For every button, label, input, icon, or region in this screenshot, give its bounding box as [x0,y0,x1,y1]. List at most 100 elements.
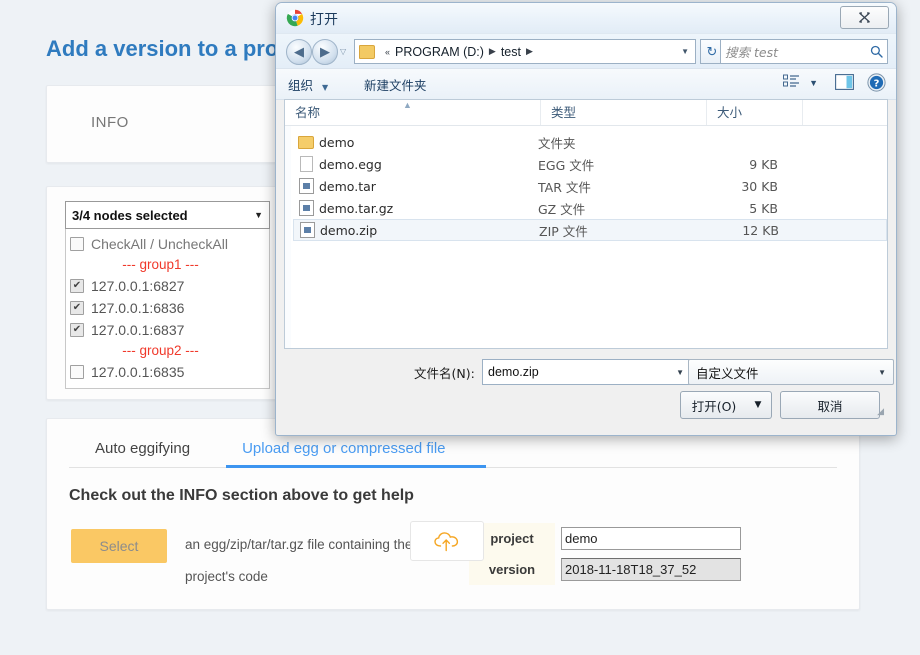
forward-glyph: ▶ [320,44,330,59]
node-row[interactable]: 127.0.0.1:6835 [66,361,269,383]
archive-icon [293,200,319,216]
cancel-button[interactable]: 取消 [780,391,880,419]
open-dropdown-button[interactable]: ▼ [745,391,772,419]
node-row[interactable]: ✔ 127.0.0.1:6827 [66,275,269,297]
open-button[interactable]: 打开(O) [680,391,748,419]
node-row[interactable]: ✔ 127.0.0.1:6836 [66,297,269,319]
chevron-down-icon: ▼ [254,210,263,220]
search-input[interactable]: 搜索 test [725,42,870,61]
filetype-select[interactable]: 自定义文件 ▼ [688,359,894,385]
node-label: 127.0.0.1:6837 [91,322,185,338]
check-all-row[interactable]: CheckAll / UncheckAll [66,233,269,255]
tab-auto-eggifying[interactable]: Auto eggifying [69,431,216,467]
node-checkbox[interactable] [70,365,84,379]
column-header-type[interactable]: 类型 [541,100,707,125]
file-type: EGG 文件 [538,157,595,173]
info-label: INFO [91,114,129,131]
organize-button[interactable]: 组织 ▼ [288,75,328,94]
node-checkbox[interactable]: ✔ [70,279,84,293]
dialog-title: 打开 [310,12,338,28]
file-row[interactable]: demo.tar.gz GZ 文件 5 KB [293,197,887,219]
node-group-label: --- group2 --- [122,343,199,358]
file-size: 30 KB [741,178,778,194]
node-row[interactable]: ✔ 127.0.0.1:6837 [66,319,269,341]
filename-row: 文件名(N): demo.zip ▼ 自定义文件 ▼ [284,359,894,385]
view-options-icon[interactable] [783,74,800,92]
folder-icon [293,135,319,149]
resize-grip-icon[interactable]: ◢ [877,406,884,417]
node-label: 127.0.0.1:6827 [91,278,185,294]
column-header-name[interactable]: 名称 [285,100,541,125]
sort-ascending-icon: ▲ [403,100,412,110]
node-select-header[interactable]: 3/4 nodes selected ▼ [65,201,270,229]
address-chevron-down-icon[interactable]: ▼ [681,47,689,56]
help-icon[interactable]: ? [867,73,886,95]
new-folder-button[interactable]: 新建文件夹 [364,75,427,94]
archive-icon [294,222,320,238]
file-name: demo.tar.gz [319,200,394,216]
node-group-label: --- group1 --- [122,257,199,272]
version-input [561,558,741,581]
file-size: 12 KB [742,222,779,238]
file-row[interactable]: demo 文件夹 [293,131,887,153]
upload-card: Auto eggifying Upload egg or compressed … [46,418,860,610]
search-icon [870,45,883,58]
version-row: version [469,554,741,585]
file-row[interactable]: demo.tar TAR 文件 30 KB [293,175,887,197]
column-header-size[interactable]: 大小 [707,100,803,125]
help-heading: Check out the INFO section above to get … [69,487,414,504]
check-all-checkbox[interactable] [70,237,84,251]
file-icon [293,156,319,172]
check-all-label: CheckAll / UncheckAll [91,236,228,252]
file-name: demo.tar [319,178,376,194]
file-description-line2: project's code [185,569,268,584]
file-row[interactable]: demo.egg EGG 文件 9 KB [293,153,887,175]
breadcrumb-folder[interactable]: test [501,45,521,59]
file-list-panel[interactable]: 名称 类型 大小 ▲ demo 文件夹 demo.egg EGG 文件 9 KB… [284,99,888,349]
chevron-down-icon: ▼ [322,83,329,92]
file-size: 5 KB [749,200,778,216]
meta-fields: project version [469,523,741,585]
recent-pages-caret-icon[interactable]: ▽ [340,47,346,56]
node-checkbox[interactable]: ✔ [70,323,84,337]
view-list-glyph [783,74,799,87]
project-input[interactable] [561,527,741,550]
file-open-dialog[interactable]: 打开 ◀ ▶ ▽ « PROGRAM (D:) ▶ test ▶ ▼ ↻ 搜索 … [275,2,897,436]
file-row-selected[interactable]: demo.zip ZIP 文件 12 KB [293,219,887,241]
close-icon[interactable] [840,6,889,29]
file-type: TAR 文件 [538,179,591,195]
folder-icon [359,44,375,59]
close-glyph [859,12,870,23]
navigation-pane-edge [285,100,291,348]
dialog-navbar: ◀ ▶ ▽ « PROGRAM (D:) ▶ test ▶ ▼ ↻ 搜索 tes… [276,34,896,69]
filename-value: demo.zip [488,365,539,379]
node-checkbox[interactable]: ✔ [70,301,84,315]
cloud-upload-icon [434,532,459,552]
file-type: GZ 文件 [538,201,586,217]
select-file-button[interactable]: Select [71,529,167,563]
chevron-down-icon[interactable]: ▼ [676,368,684,377]
file-rows: demo 文件夹 demo.egg EGG 文件 9 KB demo.tar T… [285,126,887,241]
tab-active-indicator [226,465,486,468]
view-chevron-down-icon[interactable]: ▼ [809,78,818,88]
breadcrumb-drive[interactable]: PROGRAM (D:) [395,45,484,59]
dialog-buttons: 打开(O) ▼ 取消 ◢ [284,391,888,419]
address-bar[interactable]: « PROGRAM (D:) ▶ test ▶ ▼ [354,39,696,64]
file-type: 文件夹 [538,135,576,151]
search-box[interactable]: 搜索 test [720,39,888,64]
upload-button[interactable] [410,521,484,561]
node-multiselect[interactable]: 3/4 nodes selected ▼ CheckAll / UncheckA… [65,201,270,389]
preview-pane-icon[interactable] [835,74,854,93]
dialog-commandbar: 组织 ▼ 新建文件夹 ▼ ? [276,69,896,100]
tab-bar: Auto eggifying Upload egg or compressed … [69,431,837,468]
archive-icon [293,178,319,194]
forward-icon[interactable]: ▶ [312,39,338,65]
version-value-wrap [561,558,741,581]
help-glyph: ? [867,73,886,92]
node-label: 127.0.0.1:6835 [91,364,185,380]
filename-input[interactable]: demo.zip ▼ [482,359,690,385]
back-icon[interactable]: ◀ [286,39,312,65]
tab-upload-egg[interactable]: Upload egg or compressed file [216,431,471,467]
organize-label: 组织 [288,78,314,93]
file-name: demo [319,134,355,150]
